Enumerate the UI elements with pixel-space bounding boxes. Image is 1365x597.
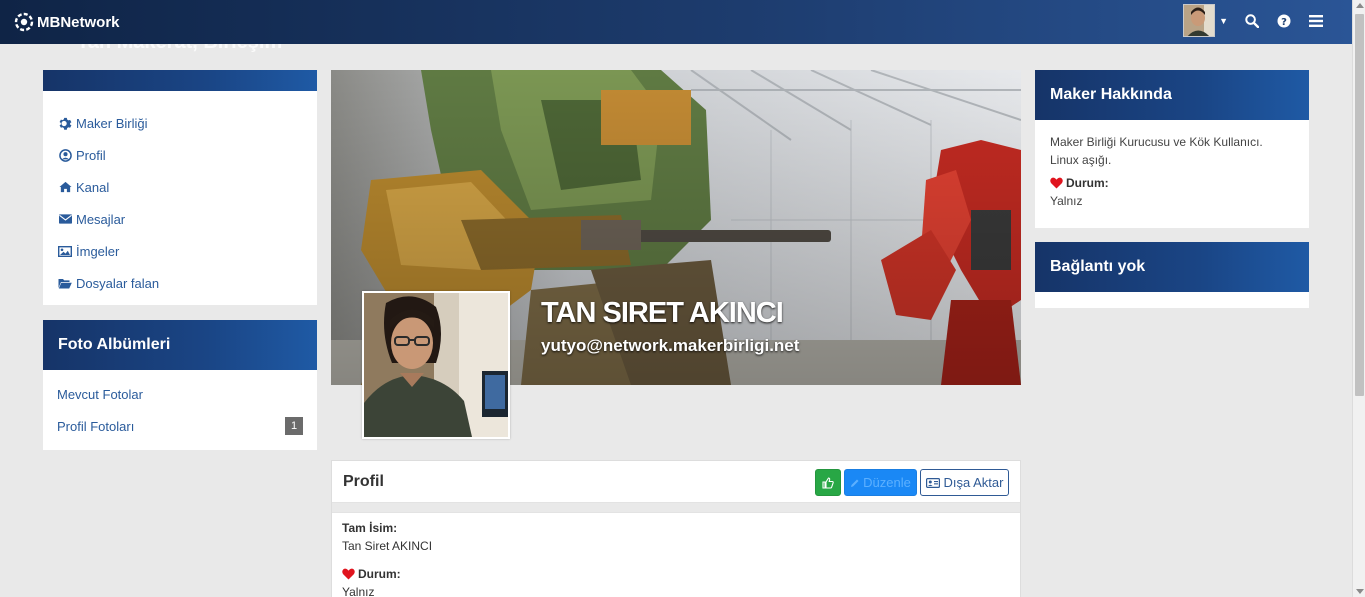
sidebar-item-label: Maker Birliği xyxy=(76,115,148,131)
folder-open-icon xyxy=(57,275,73,291)
profile-main: TAN SIRET AKINCI yutyo@network.makerbirl… xyxy=(331,70,1021,439)
page-scrollbar[interactable] xyxy=(1352,0,1365,597)
sidebar-item-dosyalar[interactable]: Dosyalar falan xyxy=(57,267,303,299)
logo-icon xyxy=(14,12,34,32)
cover-user-name: TAN SIRET AKINCI xyxy=(541,297,784,329)
about-card: Maker Hakkında Maker Birliği Kurucusu ve… xyxy=(1035,70,1309,228)
home-icon xyxy=(57,179,73,195)
like-button[interactable] xyxy=(815,469,841,496)
user-avatar[interactable] xyxy=(1183,4,1216,37)
edit-button-label: Düzenle xyxy=(863,475,911,490)
photo-albums-header: Foto Albümleri xyxy=(43,320,317,370)
thumbs-up-icon xyxy=(822,476,834,489)
left-sidebar: Maker Birliği Profil Kanal Mesajlar İmge… xyxy=(43,70,317,450)
status-label-text: Durum: xyxy=(358,567,401,581)
image-icon xyxy=(57,243,73,259)
about-status-value: Yalnız xyxy=(1050,194,1083,208)
sidebar-item-profil[interactable]: Profil xyxy=(57,139,303,171)
count-badge: 1 xyxy=(285,417,303,435)
sidebar-menu-card: Maker Birliği Profil Kanal Mesajlar İmge… xyxy=(43,70,317,305)
connections-header: Bağlantı yok xyxy=(1035,242,1309,292)
id-card-icon xyxy=(925,477,940,488)
sidebar-item-imgeler[interactable]: İmgeler xyxy=(57,235,303,267)
caret-down-icon[interactable]: ▼ xyxy=(1219,16,1228,26)
pencil-icon xyxy=(851,479,859,487)
sidebar-item-label: Kanal xyxy=(76,179,110,195)
brand-link[interactable]: MBNetwork xyxy=(14,12,120,32)
status-label: Durum: xyxy=(342,567,1010,581)
envelope-icon xyxy=(57,211,73,227)
about-text: Maker Birliği Kurucusu ve Kök Kullanıcı.… xyxy=(1050,135,1263,167)
scroll-down-icon[interactable] xyxy=(1356,589,1364,594)
album-item-profil-fotolari[interactable]: Profil Fotoları 1 xyxy=(57,410,303,442)
export-button-label: Dışa Aktar xyxy=(943,475,1004,490)
sidebar-item-mesajlar[interactable]: Mesajlar xyxy=(57,203,303,235)
about-status-label: Durum: xyxy=(1050,174,1294,192)
scroll-thumb[interactable] xyxy=(1355,14,1364,396)
heart-icon xyxy=(342,568,355,580)
sidebar-item-kanal[interactable]: Kanal xyxy=(57,171,303,203)
sidebar-item-label: İmgeler xyxy=(76,243,120,259)
sidebar-item-label: Dosyalar falan xyxy=(76,275,160,291)
full-name-value: Tan Siret AKINCI xyxy=(342,539,433,553)
photo-albums-card: Foto Albümleri Mevcut Fotolar Profil Fot… xyxy=(43,320,317,450)
sidebar-item-label: Mesajlar xyxy=(76,211,126,227)
help-icon[interactable]: ? xyxy=(1268,4,1300,37)
profile-card: Profil Düzenle Dışa Aktar Tam İsim: Tan … xyxy=(331,460,1021,597)
brand-name: MBNetwork xyxy=(37,13,120,31)
right-sidebar: Maker Hakkında Maker Birliği Kurucusu ve… xyxy=(1035,70,1309,308)
heart-icon xyxy=(1050,177,1063,189)
sidebar-item-maker-birligi[interactable]: Maker Birliği xyxy=(57,107,303,139)
connections-card: Bağlantı yok xyxy=(1035,242,1309,308)
edit-button[interactable]: Düzenle xyxy=(844,469,917,496)
cover-user-email: yutyo@network.makerbirligi.net xyxy=(541,336,800,355)
profile-photo[interactable] xyxy=(362,291,510,439)
scroll-up-icon[interactable] xyxy=(1356,3,1364,8)
album-item-label: Profil Fotoları xyxy=(57,418,135,434)
about-header: Maker Hakkında xyxy=(1035,70,1309,120)
top-navbar: MBNetwork ▼ ? xyxy=(0,0,1352,44)
user-circle-icon xyxy=(57,147,73,163)
sidebar-menu-header xyxy=(43,70,317,91)
search-icon[interactable] xyxy=(1236,4,1268,37)
sidebar-item-label: Profil xyxy=(76,147,106,163)
album-item-label: Mevcut Fotolar xyxy=(57,386,143,402)
about-status-label-text: Durum: xyxy=(1066,176,1109,190)
full-name-label: Tam İsim: xyxy=(342,521,398,535)
gear-icon xyxy=(57,115,73,131)
status-value: Yalnız xyxy=(342,585,375,597)
album-item-mevcut-fotolar[interactable]: Mevcut Fotolar xyxy=(57,378,303,410)
svg-text:?: ? xyxy=(1281,16,1287,27)
profile-card-title: Profil xyxy=(343,472,384,490)
menu-hamburger-icon[interactable] xyxy=(1300,4,1332,37)
export-button[interactable]: Dışa Aktar xyxy=(920,469,1009,496)
